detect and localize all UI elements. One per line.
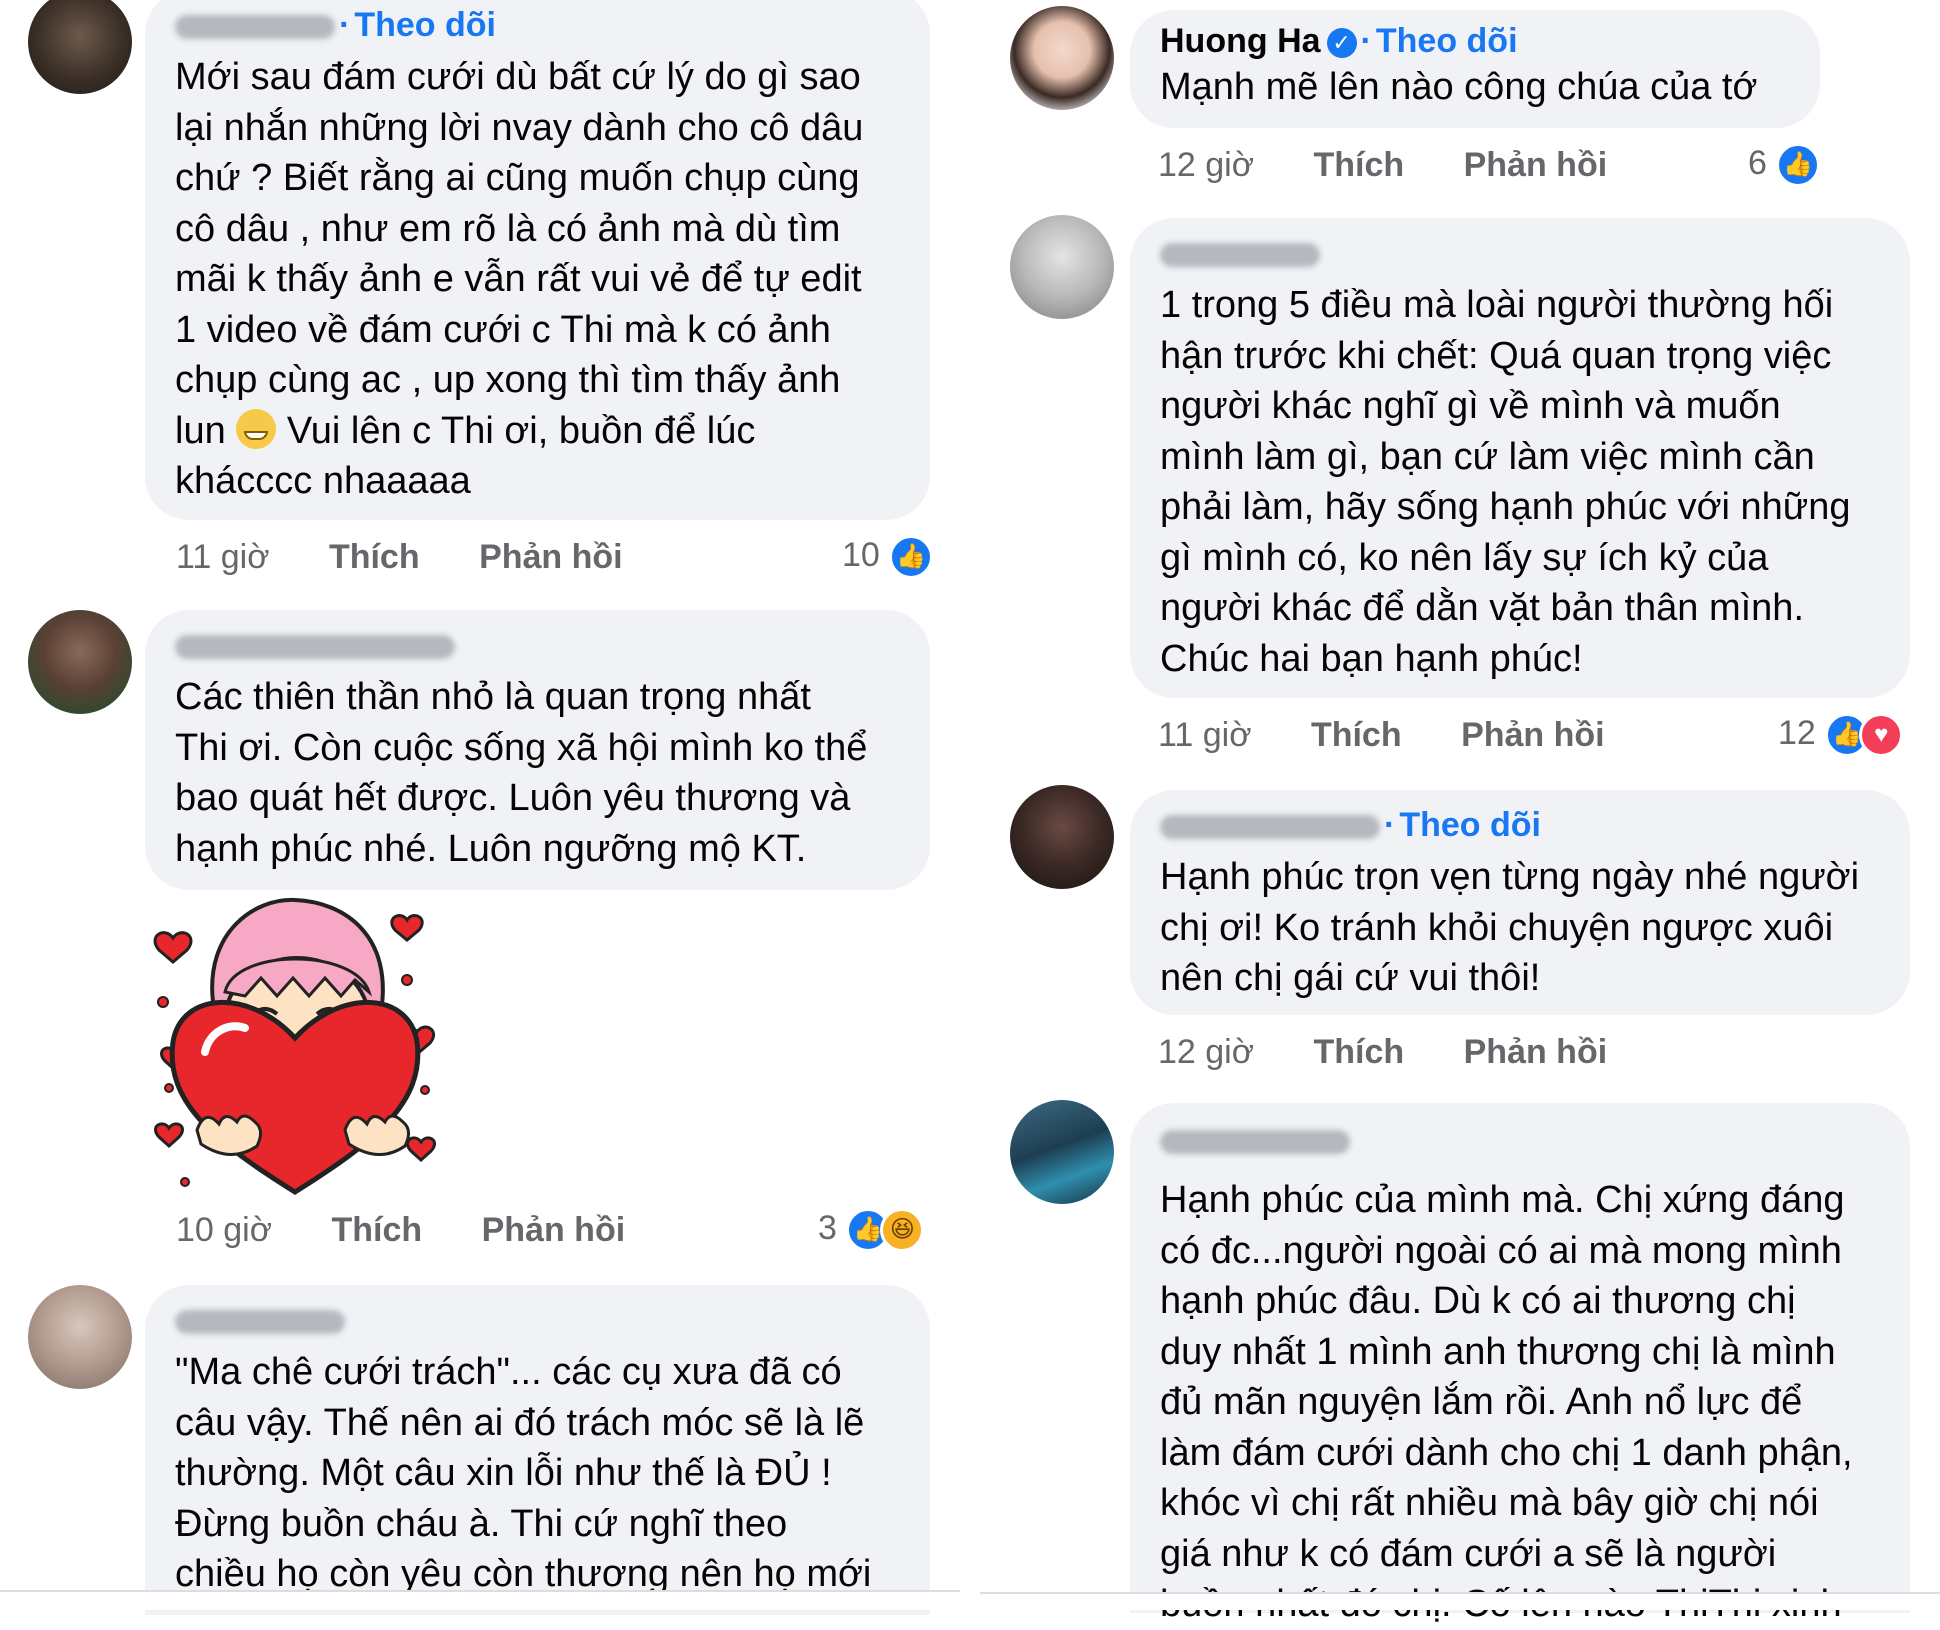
grin-emoji-icon	[236, 408, 277, 449]
timestamp[interactable]: 12 giờ	[1158, 1027, 1254, 1077]
avatar[interactable]	[28, 0, 132, 94]
follow-link[interactable]: Theo dõi	[1376, 22, 1518, 60]
like-button[interactable]: Thích	[1313, 140, 1404, 190]
comment-text: "Ma chê cưới trách"... các cụ xưa đã có …	[175, 1351, 872, 1595]
timestamp[interactable]: 11 giờ	[1158, 710, 1252, 760]
comment-header	[1160, 1119, 1880, 1161]
reply-button[interactable]: Phản hồi	[1464, 1027, 1608, 1077]
author-name-blurred[interactable]	[1160, 1130, 1350, 1155]
comment-text: 1 trong 5 điều mà loài người thường hối …	[1160, 284, 1851, 680]
comment-text: Hạnh phúc trọn vẹn từng ngày nhé người c…	[1160, 856, 1860, 999]
avatar[interactable]	[28, 610, 132, 714]
like-button[interactable]: Thích	[329, 532, 420, 582]
small-heart-icon	[406, 1136, 436, 1163]
reaction-summary[interactable]: 10 👍	[842, 530, 934, 580]
like-icon: 👍	[889, 535, 934, 580]
comment-text: Mạnh mẽ lên nào công chúa của tớ	[1160, 66, 1758, 108]
author-name-blurred[interactable]	[1160, 243, 1320, 268]
reply-button[interactable]: Phản hồi	[1461, 710, 1605, 760]
bottom-divider	[0, 1590, 960, 1610]
author-name-blurred[interactable]	[1160, 815, 1380, 840]
haha-icon: 😆	[880, 1208, 925, 1253]
timestamp[interactable]: 11 giờ	[176, 532, 270, 582]
bottom-mask	[980, 1592, 1940, 1610]
comment-text: Các thiên thần nhỏ là quan trọng nhất Th…	[175, 676, 868, 870]
comment-bubble: · Theo dõi Hạnh phúc trọn vẹn từng ngày n…	[1130, 790, 1910, 1015]
comment-actions: 10 giờ Thích Phản hồi	[176, 1205, 625, 1255]
reply-button[interactable]: Phản hồi	[482, 1205, 626, 1255]
reply-button[interactable]: Phản hồi	[479, 532, 623, 582]
avatar[interactable]	[1010, 6, 1114, 110]
reaction-count: 12	[1778, 714, 1816, 752]
small-heart-icon	[154, 1122, 184, 1149]
comment-actions: 11 giờ Thích Phản hồi	[176, 532, 623, 582]
author-name-blurred[interactable]	[175, 1310, 345, 1335]
bottom-divider-line	[980, 1592, 1940, 1594]
like-button[interactable]: Thích	[1311, 710, 1402, 760]
comment-bubble: Huong Ha ✓ · Theo dõi Mạnh mẽ lên nào công …	[1130, 10, 1820, 128]
reaction-summary[interactable]: 3 👍 😆	[818, 1203, 925, 1253]
author-name-blurred[interactable]	[175, 635, 455, 660]
comment-bubble: Các thiên thần nhỏ là quan trọng nhất Th…	[145, 610, 930, 890]
comment-header: Huong Ha ✓ · Theo dõi	[1160, 22, 1518, 60]
avatar[interactable]	[1010, 1100, 1114, 1204]
comment-header	[175, 624, 900, 666]
comment-header	[1160, 232, 1880, 274]
comment-bubble: 1 trong 5 điều mà loài người thường hối …	[1130, 218, 1910, 698]
comment-text: Mới sau đám cưới dù bất cứ lý do gì sao …	[175, 56, 864, 502]
follow-link[interactable]: Theo dõi	[354, 6, 496, 44]
comment-header: · Theo dõi	[1160, 804, 1880, 846]
reaction-count: 10	[842, 536, 880, 574]
small-heart-icon	[390, 914, 424, 942]
timestamp[interactable]: 12 giờ	[1158, 140, 1254, 190]
follow-link[interactable]: Theo dõi	[1399, 806, 1541, 844]
comment-bubble: "Ma chê cưới trách"... các cụ xưa đã có …	[145, 1285, 930, 1615]
girl-holding-heart-sticker	[153, 897, 436, 1195]
small-heart-icon	[153, 931, 193, 964]
comment-actions: 12 giờ Thích Phản hồi	[1158, 140, 1607, 190]
like-button[interactable]: Thích	[331, 1205, 422, 1255]
comment-header: · Theo dõi	[175, 4, 900, 46]
author-name-blurred[interactable]	[175, 15, 335, 40]
author-name[interactable]: Huong Ha	[1160, 22, 1321, 60]
comment-bubble: · Theo dõi Mới sau đám cưới dù bất cứ lý …	[145, 0, 930, 520]
comment-bubble: Hạnh phúc của mình mà. Chị xứng đáng có …	[1130, 1103, 1910, 1625]
comment-text: Hạnh phúc của mình mà. Chị xứng đáng có …	[1160, 1179, 1853, 1625]
avatar[interactable]	[28, 1285, 132, 1389]
avatar[interactable]	[1010, 785, 1114, 889]
reaction-summary[interactable]: 12 👍 ♥	[1778, 708, 1904, 758]
timestamp[interactable]: 10 giờ	[176, 1205, 272, 1255]
reaction-count: 6	[1748, 144, 1767, 182]
verified-badge-icon: ✓	[1326, 28, 1357, 59]
reply-button[interactable]: Phản hồi	[1464, 140, 1608, 190]
bottom-divider-line	[0, 1590, 960, 1592]
comment-actions: 11 giờ Thích Phản hồi	[1158, 710, 1605, 760]
sticker-image	[145, 892, 455, 1202]
avatar[interactable]	[1010, 215, 1114, 319]
love-icon: ♥	[1859, 713, 1904, 758]
like-button[interactable]: Thích	[1313, 1027, 1404, 1077]
like-icon: 👍	[1776, 143, 1821, 188]
reaction-summary[interactable]: 6 👍	[1748, 138, 1821, 188]
comment-actions: 12 giờ Thích Phản hồi	[1158, 1027, 1607, 1077]
comment-header	[175, 1299, 900, 1341]
reaction-count: 3	[818, 1209, 837, 1247]
